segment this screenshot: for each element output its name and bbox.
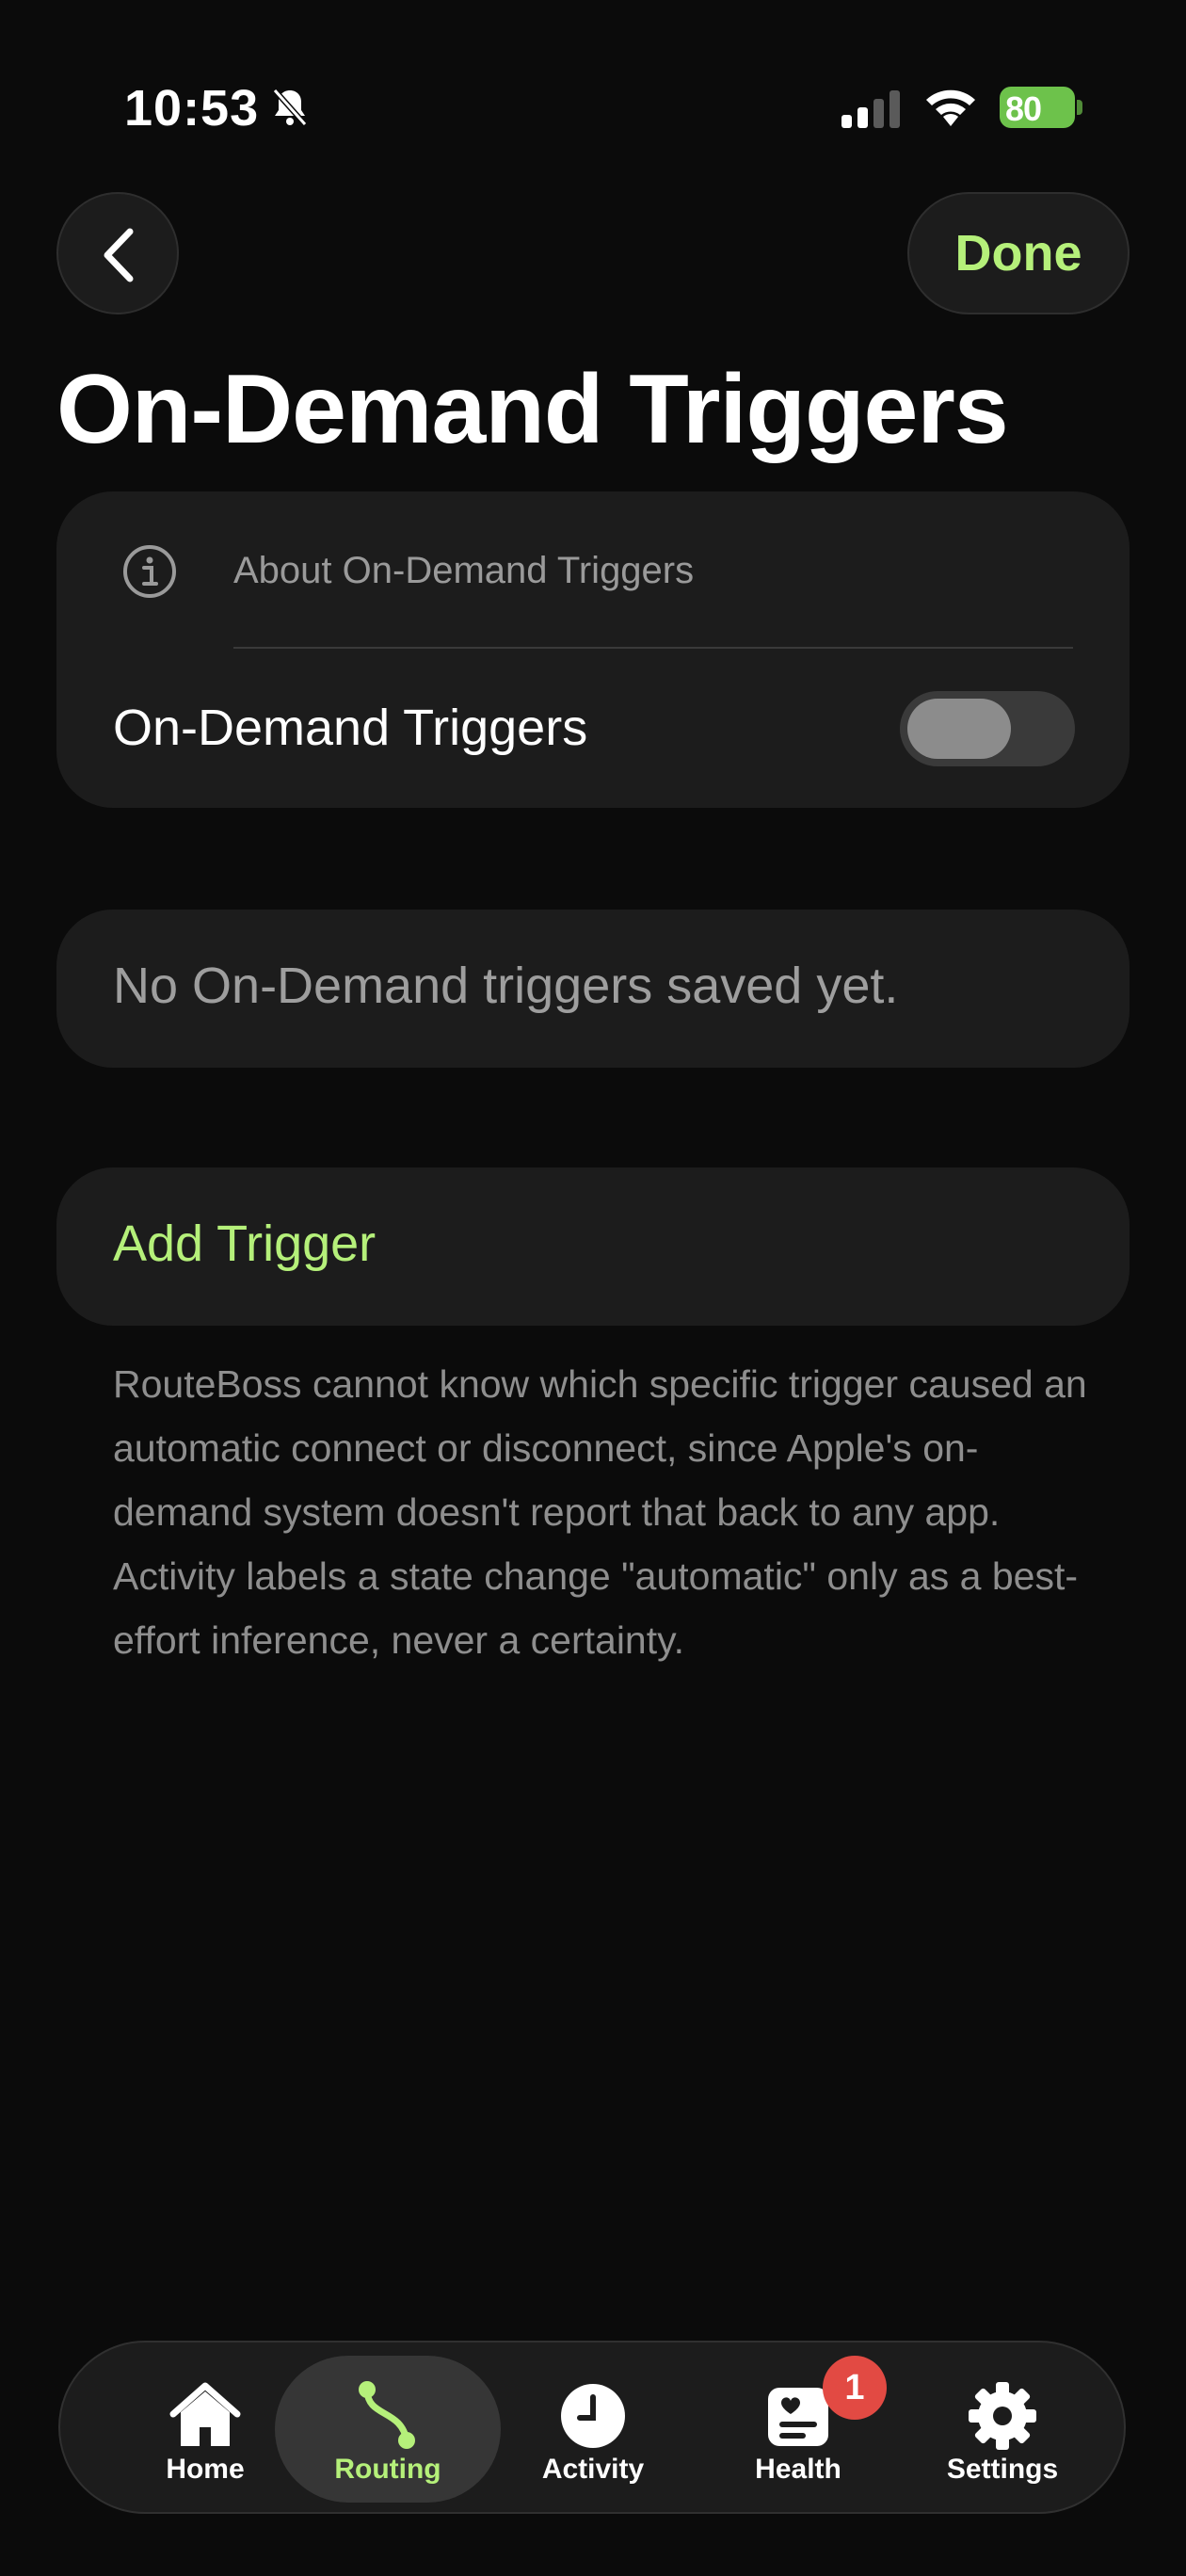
gear-icon	[969, 2382, 1036, 2450]
tab-home[interactable]: Home	[139, 2343, 271, 2512]
tab-bar: Home Routing Activity Health 1 Settings	[58, 2341, 1126, 2514]
empty-state-card: No On-Demand triggers saved yet.	[56, 910, 1130, 1068]
home-icon	[169, 2382, 241, 2446]
wifi-icon	[926, 89, 975, 126]
routing-icon	[359, 2381, 415, 2449]
info-icon	[123, 545, 176, 598]
chevron-left-icon	[104, 228, 134, 282]
notification-badge: 1	[823, 2356, 887, 2420]
battery-charging-icon: 80	[1000, 87, 1084, 128]
tab-label: Home	[166, 2454, 245, 2485]
status-bar: 10:53 80	[0, 0, 1186, 188]
back-button[interactable]	[56, 192, 179, 314]
done-button[interactable]: Done	[907, 192, 1130, 314]
battery-percent: 80	[1005, 89, 1042, 128]
settings-card: About On-Demand Triggers On-Demand Trigg…	[56, 491, 1130, 808]
cellular-signal-icon	[841, 90, 900, 128]
tab-label: Routing	[334, 2454, 441, 2485]
page-title: On-Demand Triggers	[56, 355, 1009, 464]
status-time: 10:53	[124, 80, 260, 137]
divider	[233, 647, 1073, 649]
add-trigger-button[interactable]: Add Trigger	[56, 1167, 1130, 1326]
tab-settings[interactable]: Settings	[932, 2343, 1073, 2512]
toggle-knob	[907, 699, 1011, 759]
on-demand-toggle[interactable]	[900, 691, 1075, 766]
about-on-demand-link[interactable]: About On-Demand Triggers	[233, 550, 694, 592]
footnote-text: RouteBoss cannot know which specific tri…	[113, 1362, 1087, 1662]
bell-slash-icon	[272, 89, 308, 126]
tab-label: Health	[755, 2454, 841, 2485]
tab-activity[interactable]: Activity	[527, 2343, 659, 2512]
add-trigger-label: Add Trigger	[113, 1216, 377, 1272]
tab-label: Activity	[541, 2454, 645, 2485]
tab-label: Settings	[946, 2454, 1059, 2485]
clock-icon	[561, 2384, 625, 2448]
tab-routing[interactable]: Routing	[322, 2343, 454, 2512]
empty-state-text: No On-Demand triggers saved yet.	[113, 958, 899, 1014]
on-demand-toggle-label: On-Demand Triggers	[113, 700, 588, 756]
